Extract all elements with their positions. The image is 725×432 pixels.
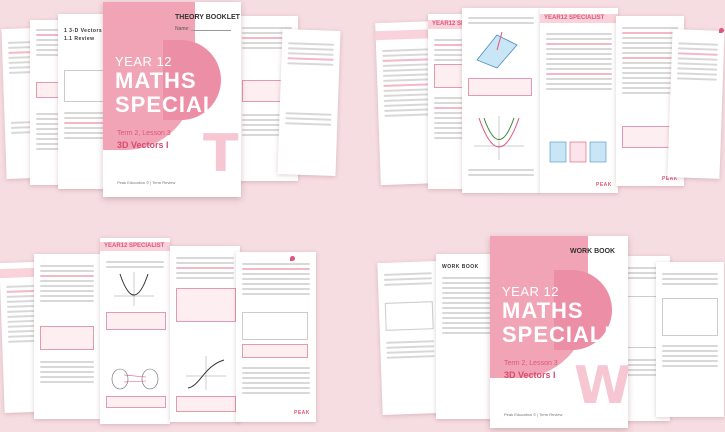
work-page-right-2: [656, 262, 724, 417]
review-heading: 1.1 Review: [64, 36, 95, 42]
cover-letter-t: T: [203, 124, 239, 184]
work-term-label: Term 2, Lesson 3: [504, 360, 558, 367]
work-page-left-1: [377, 260, 443, 416]
page-bottom-left-2: [34, 254, 100, 419]
page-year12-right: YEAR12 SPECIALIST PEAK: [540, 8, 618, 193]
peak-logo: PEAK: [596, 182, 612, 188]
work-publisher-text: Peak Education © | Term Review: [504, 412, 563, 417]
term-label: Term 2, Lesson 3: [117, 130, 171, 137]
parabola-graph: [474, 116, 524, 160]
publisher-text: Peak Education © | Term Review: [117, 180, 176, 185]
cover-letter-w: W: [574, 356, 628, 416]
year-label: YEAR 12: [115, 54, 172, 69]
work-page-left-2: WORK BOOK: [436, 254, 498, 419]
name-label: Name:: [175, 26, 190, 32]
topic-label: 3D Vectors I: [117, 140, 169, 150]
plane-diagram: [476, 31, 518, 69]
work-booklet-title: WORK BOOK: [570, 248, 616, 255]
work-book-label: WORK BOOK: [442, 264, 479, 270]
page-inverse: PEAK: [236, 252, 316, 422]
section-heading: 1 3-D Vectors: [64, 28, 103, 34]
work-topic-label: 3D Vectors I: [504, 370, 556, 380]
work-subject-line-1: MATHS: [502, 298, 584, 323]
subject-line-2: SPECIALIST: [115, 92, 241, 117]
pin-marker-icon: [719, 28, 724, 33]
booklet-page-right-2: [277, 29, 341, 176]
theory-booklet-cover: THEORY BOOKLET Name: YEAR 12 MATHS SPECI…: [103, 2, 241, 197]
page-composite: [170, 246, 240, 422]
pin-marker-icon-2: [290, 256, 295, 261]
mapping-diagram: [111, 368, 159, 390]
work-booklet-cover: WORK BOOK YEAR 12 MATHS SPECIALIST Term …: [490, 236, 628, 428]
work-subject-line-2: SPECIALIST: [502, 322, 628, 347]
functions-banner-title: YEAR12 SPECIALIST: [104, 243, 165, 249]
page-planes-diagram: [462, 8, 540, 193]
page-banner-title-2: YEAR12 SPECIALIST: [544, 15, 605, 21]
booklet-title: THEORY BOOKLET: [175, 14, 240, 21]
function-graph: [114, 272, 154, 306]
page-functions: YEAR12 SPECIALIST: [100, 238, 170, 424]
shapes-diagram: [549, 141, 607, 163]
subject-line-1: MATHS: [115, 68, 197, 93]
work-year-label: YEAR 12: [502, 284, 559, 299]
composite-graph: [186, 356, 226, 390]
page-far-right-2: [667, 29, 725, 179]
